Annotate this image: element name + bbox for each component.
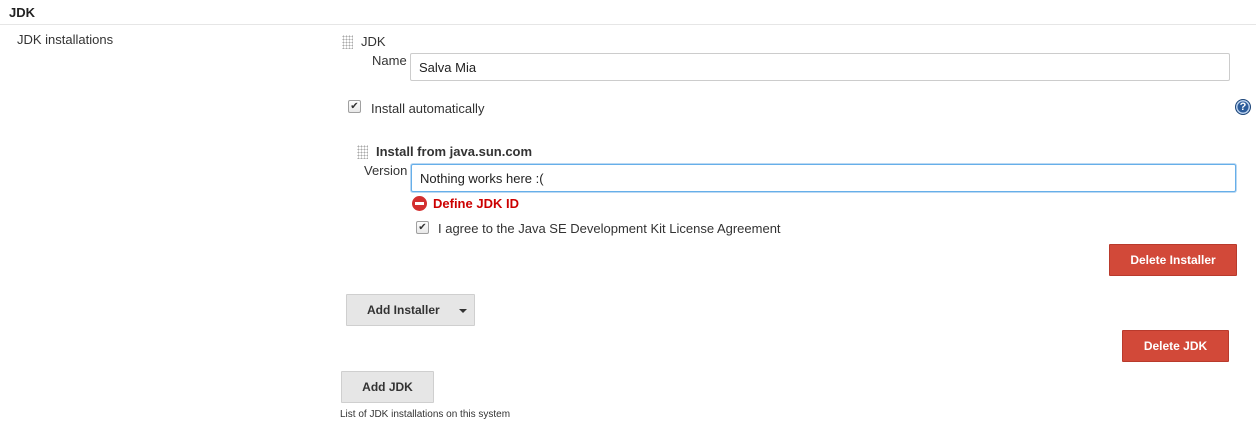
version-input[interactable] (411, 164, 1236, 192)
chevron-down-icon (459, 309, 467, 313)
delete-installer-button[interactable]: Delete Installer (1109, 244, 1237, 276)
delete-jdk-button[interactable]: Delete JDK (1122, 330, 1229, 362)
add-installer-label: Add Installer (367, 303, 440, 317)
license-agreement-checkbox[interactable]: ✔ (416, 221, 429, 234)
error-message: Define JDK ID (433, 196, 519, 211)
jdk-installations-label: JDK installations (17, 32, 114, 47)
jdk-drag-handle-icon[interactable] (342, 35, 353, 49)
add-jdk-button[interactable]: Add JDK (341, 371, 434, 403)
section-title: JDK (9, 5, 36, 20)
installer-drag-handle-icon[interactable] (357, 145, 368, 159)
jdk-header: JDK (361, 34, 386, 49)
add-installer-button[interactable]: Add Installer (346, 294, 475, 326)
checkmark-icon: ✔ (350, 101, 359, 112)
installer-header: Install from java.sun.com (376, 144, 533, 159)
jdk-installations-description: List of JDK installations on this system (340, 409, 511, 420)
version-label: Version (364, 163, 408, 178)
license-agreement-label: I agree to the Java SE Development Kit L… (438, 221, 781, 236)
install-automatically-label: Install automatically (371, 101, 485, 116)
error-icon (412, 196, 427, 211)
install-automatically-checkbox[interactable]: ✔ (348, 100, 361, 113)
checkmark-icon: ✔ (418, 222, 427, 233)
help-icon[interactable]: ? (1235, 99, 1251, 115)
section-divider (0, 24, 1256, 25)
name-label: Name (372, 53, 407, 68)
name-input[interactable] (410, 53, 1230, 81)
